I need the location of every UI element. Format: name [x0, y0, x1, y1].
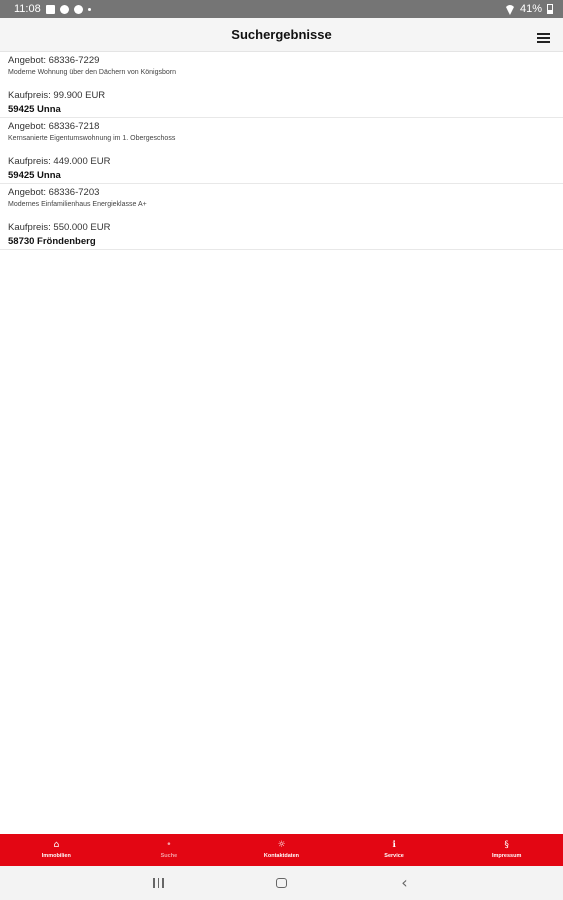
result-item[interactable]: Angebot: 68336-7203 Modernes Einfamilien… [0, 184, 563, 250]
more-notifications-dot-icon [87, 7, 91, 11]
offer-id: Angebot: 68336-7229 [8, 55, 100, 66]
app-notification-icon [73, 4, 83, 14]
offer-price: Kaufpreis: 550.000 EUR [8, 222, 111, 233]
bottom-navigation: ⌂ Immobilien • Suche ☼ Kontaktdaten ℹ Se… [0, 834, 563, 866]
offer-id: Angebot: 68336-7218 [8, 121, 100, 132]
contact-icon: ☼ [277, 840, 286, 850]
recents-button[interactable] [97, 878, 220, 888]
sparkasse-icon: § [504, 840, 509, 850]
system-navigation-bar: ‹ [0, 866, 563, 900]
offer-description: Kernsanierte Eigentumswohnung im 1. Ober… [8, 135, 176, 142]
info-icon: ℹ [392, 840, 396, 850]
status-bar-right: 41% [505, 3, 553, 15]
home-button[interactable] [220, 878, 343, 888]
offer-description: Moderne Wohnung über den Dächern von Kön… [8, 69, 176, 76]
house-icon: ⌂ [53, 840, 60, 850]
status-bar: 11:08 41% [0, 0, 563, 18]
result-item[interactable]: Angebot: 68336-7218 Kernsanierte Eigentu… [0, 118, 563, 184]
nav-label: Immobilien [41, 853, 71, 859]
offer-location: 58730 Fröndenberg [8, 236, 96, 247]
nav-label: Service [384, 853, 404, 859]
nav-item-impressum[interactable]: § Impressum [452, 840, 562, 860]
nav-item-immobilien[interactable]: ⌂ Immobilien [1, 840, 111, 860]
nav-label: Impressum [491, 853, 522, 859]
offer-id: Angebot: 68336-7203 [8, 187, 100, 198]
offer-description: Modernes Einfamilienhaus Energieklasse A… [8, 201, 147, 208]
back-button[interactable]: ‹ [343, 875, 466, 891]
nav-label: Kontaktdaten [263, 853, 300, 859]
search-icon: • [166, 840, 172, 850]
search-results-list: Angebot: 68336-7229 Moderne Wohnung über… [0, 52, 563, 250]
battery-icon [547, 4, 553, 14]
offer-location: 59425 Unna [8, 104, 61, 115]
status-time: 11:08 [14, 3, 41, 15]
back-icon: ‹ [401, 873, 408, 892]
page-title: Suchergebnisse [231, 27, 332, 42]
home-icon [276, 878, 287, 888]
nav-item-service[interactable]: ℹ Service [339, 840, 449, 860]
offer-price: Kaufpreis: 449.000 EUR [8, 156, 111, 167]
wifi-icon [505, 5, 515, 13]
result-item[interactable]: Angebot: 68336-7229 Moderne Wohnung über… [0, 52, 563, 118]
offer-location: 59425 Unna [8, 170, 61, 181]
status-bar-left: 11:08 [14, 3, 91, 15]
gallery-notification-icon [45, 4, 55, 14]
offer-price: Kaufpreis: 99.900 EUR [8, 90, 106, 101]
app-header: Suchergebnisse [0, 18, 563, 52]
nav-label: Suche [160, 853, 178, 859]
settings-notification-icon [59, 4, 69, 14]
nav-item-suche[interactable]: • Suche [114, 840, 224, 860]
battery-percentage: 41% [519, 3, 542, 15]
recents-icon [153, 878, 164, 888]
nav-item-kontaktdaten[interactable]: ☼ Kontaktdaten [226, 840, 336, 860]
hamburger-menu-icon[interactable] [537, 31, 551, 43]
